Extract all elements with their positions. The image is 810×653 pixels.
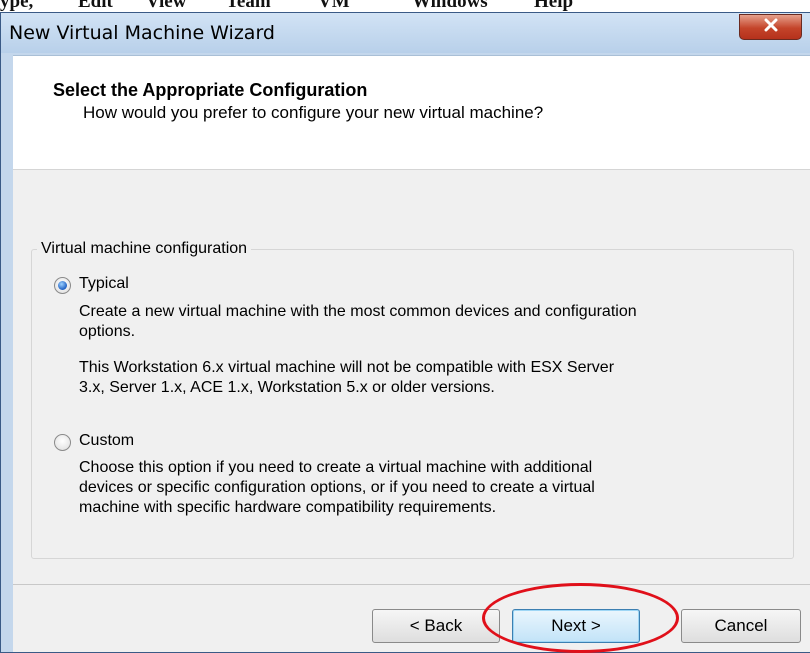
config-groupbox-legend: Virtual machine configuration <box>37 240 252 258</box>
host-menu-item: ype, <box>0 0 34 12</box>
wizard-header: Select the Appropriate Configuration How… <box>13 56 810 170</box>
close-button[interactable] <box>739 14 802 40</box>
typical-compat-note: This Workstation 6.x virtual machine wil… <box>79 358 779 398</box>
footer-divider <box>13 584 810 585</box>
description-line: devices or specific configuration option… <box>79 479 595 496</box>
description-line: machine with specific hardware compatibi… <box>79 499 497 516</box>
title-bar[interactable]: New Virtual Machine Wizard <box>1 13 810 53</box>
typical-radio[interactable] <box>54 277 71 294</box>
back-button[interactable]: < Back <box>372 609 500 643</box>
host-menu-item: Team <box>226 0 271 12</box>
close-icon <box>763 18 779 37</box>
description-line: Choose this option if you need to create… <box>79 459 593 476</box>
host-menu-item: Windows <box>412 0 488 12</box>
custom-description: Choose this option if you need to create… <box>79 458 779 518</box>
custom-label[interactable]: Custom <box>79 432 134 450</box>
page-subtitle: How would you prefer to configure your n… <box>83 103 544 122</box>
page-title: Select the Appropriate Configuration <box>53 80 368 100</box>
host-menu-item: Edit <box>78 0 113 12</box>
description-line: options. <box>79 323 136 340</box>
host-menubar: ype, Edit View Team VM Windows Help <box>0 0 810 12</box>
host-menu-item: View <box>146 0 187 12</box>
host-menu-item: Help <box>534 0 574 12</box>
typical-label[interactable]: Typical <box>79 275 129 293</box>
note-line: This Workstation 6.x virtual machine wil… <box>79 359 615 376</box>
wizard-window: New Virtual Machine Wizard Select the Ap… <box>0 12 810 653</box>
typical-description: Create a new virtual machine with the mo… <box>79 302 779 342</box>
host-menu-item: VM <box>318 0 350 12</box>
cancel-button[interactable]: Cancel <box>681 609 801 643</box>
description-line: Create a new virtual machine with the mo… <box>79 303 637 320</box>
custom-radio[interactable] <box>54 434 71 451</box>
note-line: 3.x, Server 1.x, ACE 1.x, Workstation 5.… <box>79 379 495 396</box>
next-button[interactable]: Next > <box>512 609 640 643</box>
wizard-client-area: Select the Appropriate Configuration How… <box>13 55 810 652</box>
window-title: New Virtual Machine Wizard <box>9 22 275 44</box>
